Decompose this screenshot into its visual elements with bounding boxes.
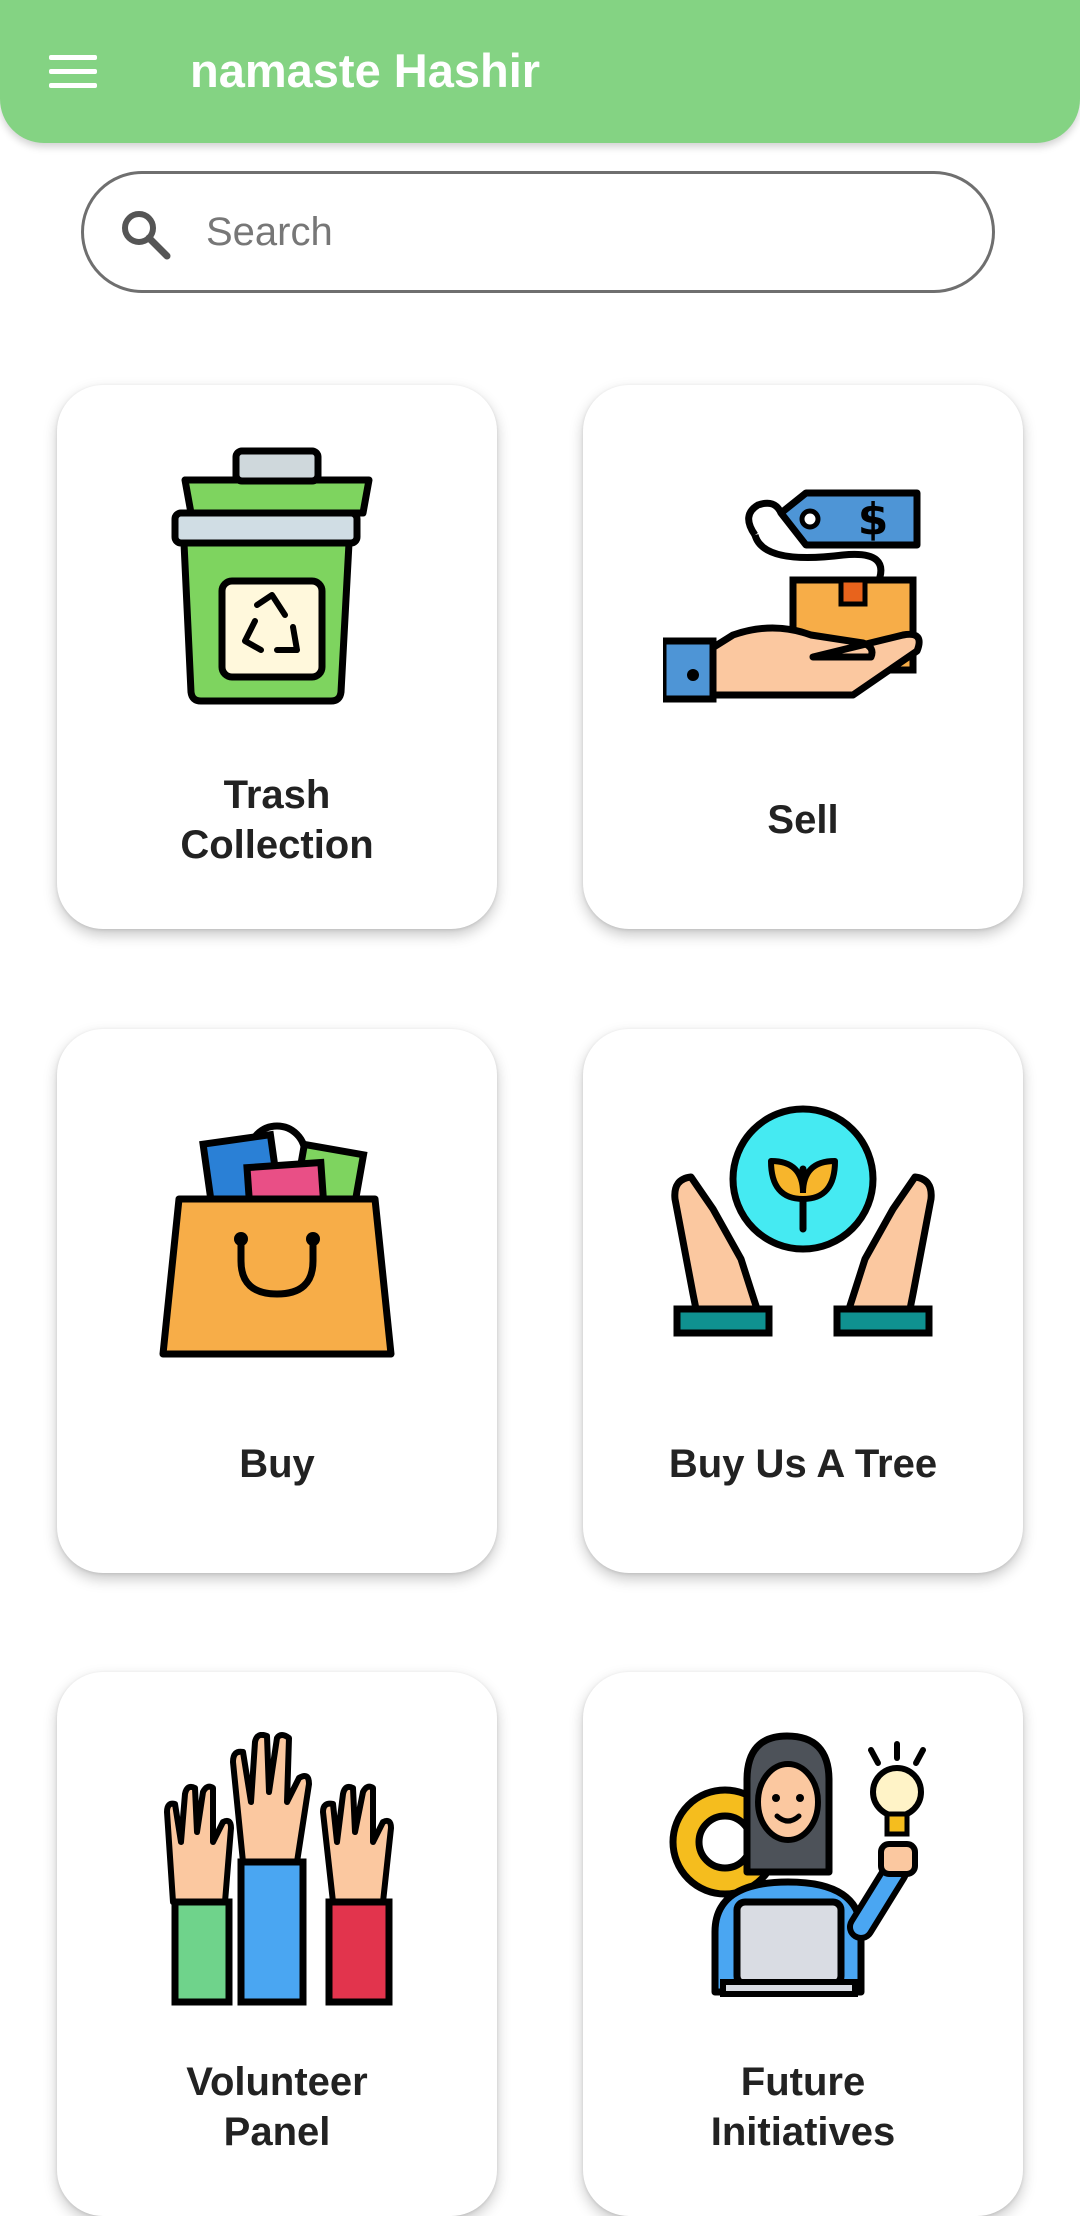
tile-buy[interactable]: Buy [57,1029,497,1573]
menu-icon-line [49,82,97,88]
menu-icon[interactable] [36,38,110,104]
tile-sell[interactable]: $ Sell [583,385,1023,929]
page-title: namaste Hashir [190,44,541,97]
menu-icon-line [49,54,97,60]
app-bar: namaste Hashir [0,0,1080,143]
tile-label: Future Initiatives [710,2060,896,2154]
tile-label: Sell [767,798,839,842]
tile-label: Trash Collection [180,773,374,867]
search-bar[interactable] [81,171,995,293]
tile-label: Volunteer Panel [186,2060,368,2154]
hands-globe-plant-icon [663,1089,943,1369]
tile-label: Buy [239,1442,315,1486]
tile-label: Buy Us A Tree [668,1442,938,1486]
search-icon [122,211,171,260]
svg-text:$: $ [858,494,889,545]
trash-bin-icon [137,445,417,725]
tile-buy-us-a-tree[interactable]: Buy Us A Tree [583,1029,1023,1573]
tile-trash-collection[interactable]: Trash Collection [57,385,497,929]
tile-volunteer-panel[interactable]: Volunteer Panel [57,1672,497,2216]
tile-future-initiatives[interactable]: Future Initiatives [583,1672,1023,2216]
shopping-bag-icon [137,1089,417,1369]
raised-hands-icon [137,1732,417,2012]
hand-box-price-tag-icon: $ [663,445,943,725]
search-input[interactable] [206,194,946,270]
woman-laptop-idea-icon [663,1732,943,2012]
menu-icon-line [49,68,97,74]
